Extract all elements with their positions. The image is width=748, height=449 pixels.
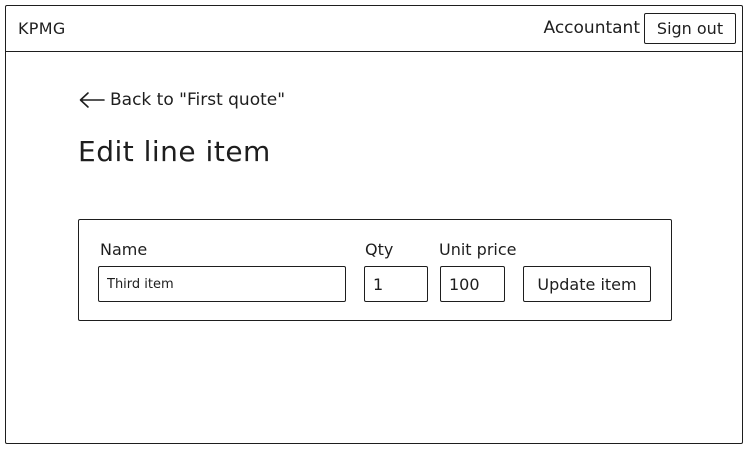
back-link[interactable]: Back to "First quote" (78, 90, 285, 110)
unit-price-label: Unit price (439, 240, 517, 259)
page-title: Edit line item (78, 135, 271, 168)
name-label: Name (100, 240, 148, 259)
current-user-label: Accountant (543, 18, 641, 38)
brand-logo[interactable]: KPMG (18, 19, 66, 38)
top-bar: KPMG Accountant Sign out (6, 6, 742, 52)
arrow-left-icon (78, 91, 106, 109)
unit-price-input[interactable] (440, 266, 505, 302)
update-item-button[interactable]: Update item (523, 266, 651, 302)
qty-label: Qty (365, 240, 394, 259)
sign-out-button[interactable]: Sign out (644, 13, 736, 44)
name-input[interactable] (98, 266, 346, 302)
app-window: KPMG Accountant Sign out Back to "First … (5, 5, 743, 444)
line-item-form: Name Qty Unit price Update item (78, 219, 672, 321)
back-link-label: Back to "First quote" (110, 90, 286, 110)
qty-input[interactable] (364, 266, 428, 302)
